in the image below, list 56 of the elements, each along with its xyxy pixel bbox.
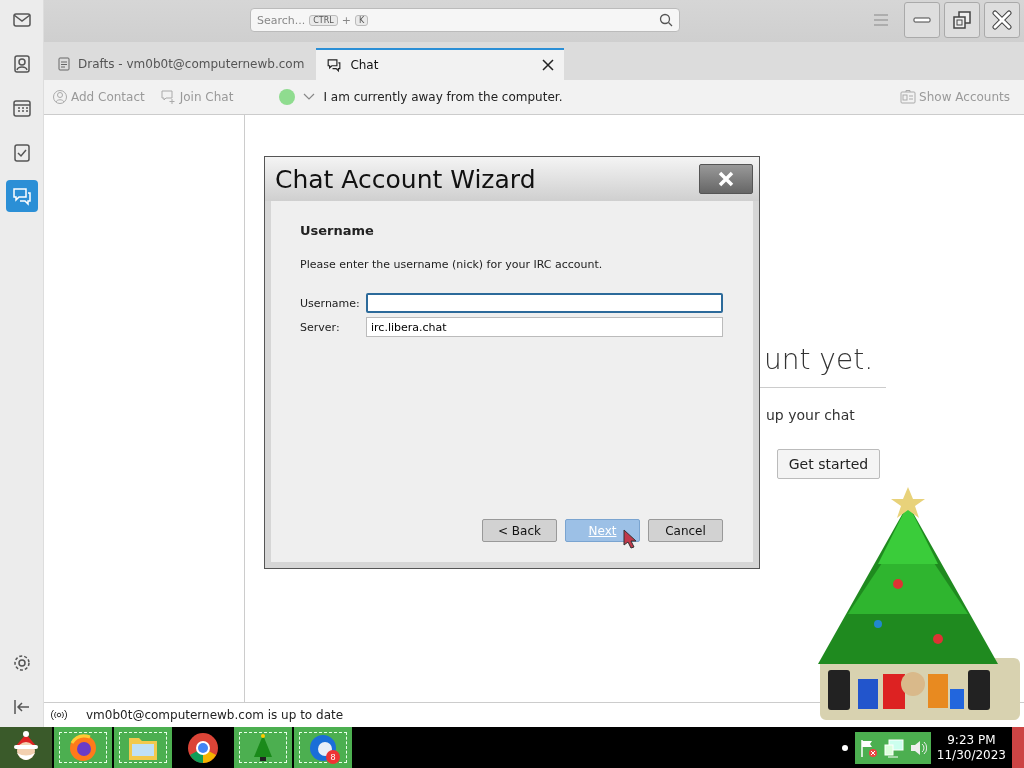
minimize-button[interactable] — [904, 2, 940, 38]
close-button[interactable] — [984, 2, 1020, 38]
calendar-icon — [10, 97, 33, 119]
notification-badge: 8 — [326, 750, 340, 764]
start-button[interactable] — [0, 727, 52, 768]
network-icon[interactable] — [882, 736, 905, 759]
tab-label: Drafts - vm0b0t@computernewb.com — [78, 57, 305, 71]
tab[interactable]: Drafts - vm0b0t@computernewb.com — [48, 48, 315, 80]
close-icon — [717, 171, 735, 187]
wizard-button[interactable]: < Back — [482, 519, 557, 542]
cursor-icon — [623, 529, 637, 549]
tab[interactable]: Chat — [316, 48, 565, 80]
restore-button[interactable] — [944, 2, 980, 38]
restore-icon — [952, 10, 972, 30]
id-card-icon — [900, 90, 917, 104]
broadcast-icon — [50, 709, 68, 721]
status-text: vm0b0t@computernewb.com is up to date — [86, 708, 344, 722]
field-label: Username: — [300, 296, 358, 310]
keyboard-key: K — [355, 14, 369, 26]
minimize-icon — [913, 17, 931, 23]
get-started-button[interactable]: Get started — [777, 449, 880, 479]
chat-bubbles-icon — [326, 57, 343, 73]
taskbar-app-button[interactable]: 8 — [294, 727, 352, 768]
dot-icon — [840, 743, 849, 752]
speaker-icon[interactable] — [908, 738, 927, 757]
input-field[interactable] — [366, 293, 723, 313]
input-field[interactable]: irc.libera.chat — [366, 317, 723, 337]
heading: unt yet. — [764, 343, 874, 376]
plus-sign: + — [341, 13, 351, 27]
taskbar-app-button[interactable] — [54, 727, 112, 768]
clock-time: 9:23 PM — [946, 732, 997, 748]
tab-label: Chat — [350, 58, 379, 72]
description-text: up your chat — [766, 407, 855, 423]
close-button[interactable] — [699, 164, 753, 194]
close-icon[interactable] — [542, 59, 555, 71]
chat-bubbles-icon — [10, 185, 33, 207]
section-heading: Username — [300, 223, 375, 238]
tree-icon — [251, 732, 275, 763]
keyboard-key: CTRL — [309, 14, 338, 26]
close-icon — [992, 10, 1012, 30]
chevron-down-icon[interactable] — [303, 93, 316, 101]
field-label: Server: — [300, 320, 341, 334]
search-placeholder: Search... — [257, 13, 306, 27]
dialog-title: Chat Account Wizard — [275, 164, 536, 194]
clock-date: 11/30/2023 — [936, 747, 1006, 763]
search-field[interactable]: Search... CTRL + K — [250, 8, 680, 32]
add-person-icon — [52, 89, 68, 105]
status-message[interactable]: I am currently away from the computer. — [323, 90, 563, 104]
space-button[interactable] — [5, 180, 38, 212]
chat-add-icon — [160, 89, 177, 105]
document-icon — [58, 57, 70, 71]
clock[interactable]: 9:23 PM 11/30/2023 — [936, 732, 1006, 763]
search-icon — [659, 13, 673, 27]
flag-icon[interactable] — [858, 737, 879, 758]
instruction-text: Please enter the username (nick) for your IRC account. — [300, 258, 604, 271]
wizard-button[interactable]: Cancel — [648, 519, 723, 542]
